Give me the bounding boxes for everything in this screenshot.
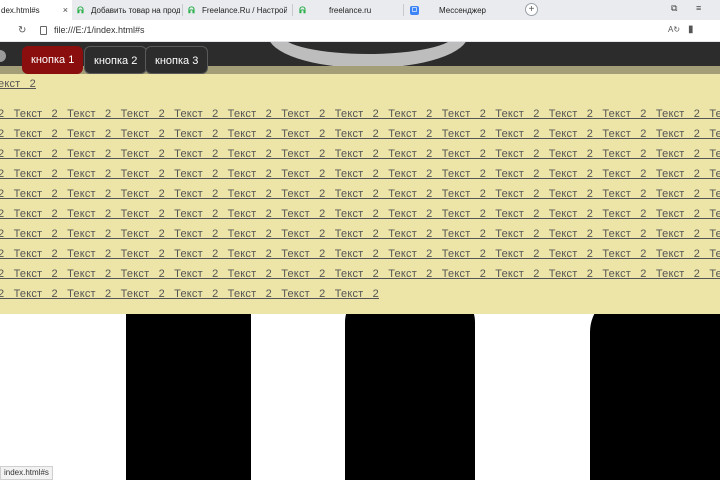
web-page: екст 2 2 Текст 2 Текст 2 Текст 2 Текст 2…: [0, 42, 720, 480]
hero-dot: [0, 50, 6, 62]
browser-window: dex.html#s × ᕱ Добавить товар на прода ᕱ…: [0, 0, 720, 480]
tab-messenger[interactable]: ▢ Мессенджер: [410, 0, 515, 20]
content-panel: екст 2 2 Текст 2 Текст 2 Текст 2 Текст 2…: [0, 66, 720, 314]
page-icon: [40, 26, 47, 35]
text-line[interactable]: 2 Текст 2 Текст 2 Текст 2 Текст 2 Текст …: [0, 228, 720, 241]
tab-title: Freelance.Ru / Настройки: [202, 5, 287, 15]
text-line[interactable]: 2 Текст 2 Текст 2 Текст 2 Текст 2 Текст …: [0, 168, 720, 181]
tab-title: dex.html#s: [1, 5, 40, 15]
tabs-overview-icon[interactable]: ⧉: [671, 3, 677, 14]
text-line[interactable]: 2 Текст 2 Текст 2 Текст 2 Текст 2 Текст …: [0, 288, 720, 301]
background-shape-right: [590, 292, 720, 480]
hero-circle: [268, 42, 468, 66]
translate-icon[interactable]: A↻: [668, 25, 680, 34]
freelance-icon: ᕱ: [299, 4, 306, 15]
tab-strip: dex.html#s × ᕱ Добавить товар на прода ᕱ…: [0, 0, 720, 20]
tab-separator: [292, 4, 293, 16]
text-line[interactable]: 2 Текст 2 Текст 2 Текст 2 Текст 2 Текст …: [0, 248, 720, 261]
menu-icon[interactable]: ≡: [696, 3, 701, 13]
tab-add-product[interactable]: ᕱ Добавить товар на прода: [76, 0, 180, 20]
tab-separator: [403, 4, 404, 16]
tab-title: freelance.ru: [329, 5, 372, 15]
tab-index[interactable]: dex.html#s ×: [0, 0, 72, 20]
tab-freelance-settings[interactable]: ᕱ Freelance.Ru / Настройки: [187, 0, 287, 20]
text-line[interactable]: 2 Текст 2 Текст 2 Текст 2 Текст 2 Текст …: [0, 108, 720, 121]
text-line[interactable]: 2 Текст 2 Текст 2 Текст 2 Текст 2 Текст …: [0, 268, 720, 281]
tab-title: Мессенджер: [439, 5, 486, 15]
nav-button-3[interactable]: кнопка 3: [145, 46, 209, 74]
text-line[interactable]: екст 2: [0, 78, 720, 91]
url-field[interactable]: file:///E:/1/index.html#s: [54, 25, 145, 35]
text-line[interactable]: 2 Текст 2 Текст 2 Текст 2 Текст 2 Текст …: [0, 208, 720, 221]
reload-icon[interactable]: ↻: [18, 25, 26, 36]
bookmark-icon[interactable]: ▮: [688, 24, 694, 35]
status-bar-url: index.html#s: [0, 466, 53, 480]
freelance-icon: ᕱ: [77, 4, 84, 15]
messenger-icon: ▢: [410, 5, 419, 15]
text-line[interactable]: 2 Текст 2 Текст 2 Текст 2 Текст 2 Текст …: [0, 128, 720, 141]
background-shape-left: [126, 312, 251, 480]
tab-title: Добавить товар на прода: [91, 5, 180, 15]
freelance-icon: ᕱ: [188, 4, 195, 15]
new-tab-button[interactable]: +: [525, 3, 538, 16]
tab-separator: [182, 4, 183, 16]
text-line[interactable]: 2 Текст 2 Текст 2 Текст 2 Текст 2 Текст …: [0, 148, 720, 161]
nav-button-1[interactable]: кнопка 1: [22, 46, 84, 74]
text-line[interactable]: 2 Текст 2 Текст 2 Текст 2 Текст 2 Текст …: [0, 188, 720, 201]
background-shape-middle: [345, 292, 475, 480]
nav-button-2[interactable]: кнопка 2: [84, 46, 148, 74]
close-icon[interactable]: ×: [63, 5, 68, 15]
address-bar: ↻ file:///E:/1/index.html#s A↻ ▮: [0, 20, 720, 42]
tab-freelance[interactable]: ᕱ freelance.ru: [298, 0, 398, 20]
